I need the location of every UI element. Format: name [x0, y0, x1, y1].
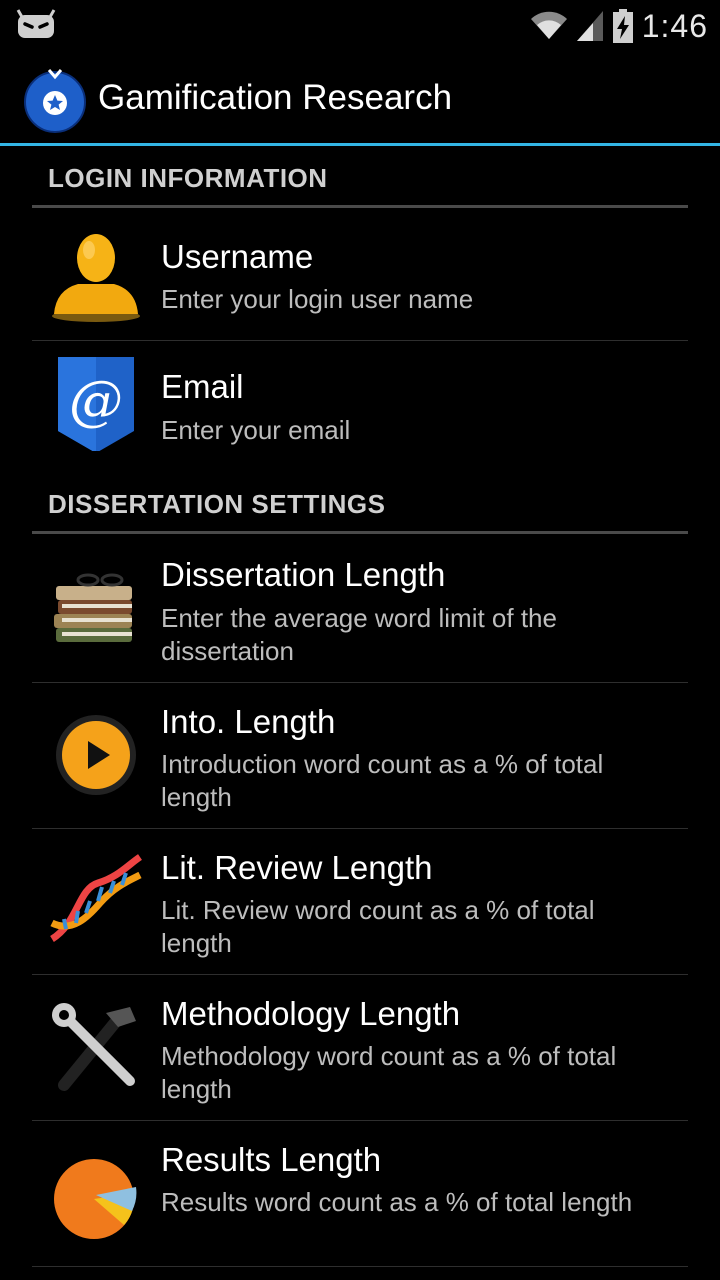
category-login-information: LOGIN INFORMATION: [32, 146, 688, 210]
list-divider: [32, 1266, 688, 1267]
app-star-badge-icon[interactable]: [22, 67, 88, 133]
pref-summary: Enter the average word limit of the diss…: [161, 603, 557, 666]
pref-lit-review-length[interactable]: Lit. Review Length Lit. Review word coun…: [32, 829, 688, 974]
pie-chart-icon: [54, 1159, 137, 1239]
pref-results-length[interactable]: Results Length Results word count as a %…: [32, 1121, 688, 1266]
svg-text:@: @: [69, 369, 123, 432]
pref-summary: Methodology word count as a % of total l…: [161, 1041, 617, 1104]
pref-title: Dissertation Length: [161, 556, 446, 593]
action-bar: Gamification Research: [0, 50, 720, 144]
pref-summary: Enter your email: [161, 415, 351, 445]
pref-dissertation-length[interactable]: Dissertation Length Enter the average wo…: [32, 536, 688, 682]
category-dissertation-settings: DISSERTATION SETTINGS: [32, 472, 688, 536]
status-bar: 1:46: [0, 0, 720, 50]
pref-summary: Results word count as a % of total lengt…: [161, 1187, 633, 1217]
dna-icon: [49, 854, 143, 942]
pref-title: Username: [161, 238, 314, 275]
user-icon: [52, 234, 140, 322]
pref-methodology-length[interactable]: Methodology Length Methodology word coun…: [32, 975, 688, 1120]
category-divider: [32, 205, 688, 208]
clock: 1:46: [641, 7, 708, 44]
pref-title: Into. Length: [161, 703, 336, 740]
pref-username[interactable]: Username Enter your login user name: [32, 210, 688, 340]
books-icon: [54, 573, 132, 642]
app-title: Gamification Research: [98, 78, 453, 117]
pref-summary: Enter your login user name: [161, 284, 474, 314]
cyanogen-bot-icon: [16, 9, 56, 38]
tools-icon: [52, 1003, 136, 1091]
category-title: LOGIN INFORMATION: [48, 163, 328, 193]
pref-summary: Lit. Review word count as a % of total l…: [161, 895, 595, 958]
pref-title: Lit. Review Length: [161, 849, 433, 886]
email-at-icon: @: [58, 357, 134, 451]
pref-title: Methodology Length: [161, 995, 461, 1032]
play-icon: [56, 715, 136, 795]
pref-intro-length[interactable]: Into. Length Introduction word count as …: [32, 683, 688, 828]
category-title: DISSERTATION SETTINGS: [48, 489, 386, 519]
category-divider: [32, 531, 688, 534]
wifi-icon: [530, 11, 567, 40]
status-icons: 1:46: [530, 4, 708, 48]
pref-email[interactable]: @ Email Enter your email: [32, 341, 688, 465]
pref-title: Email: [161, 368, 244, 405]
pref-title: Results Length: [161, 1141, 382, 1178]
pref-summary: Introduction word count as a % of total …: [161, 749, 604, 812]
battery-charging-icon: [612, 9, 633, 43]
signal-icon: [576, 11, 603, 41]
